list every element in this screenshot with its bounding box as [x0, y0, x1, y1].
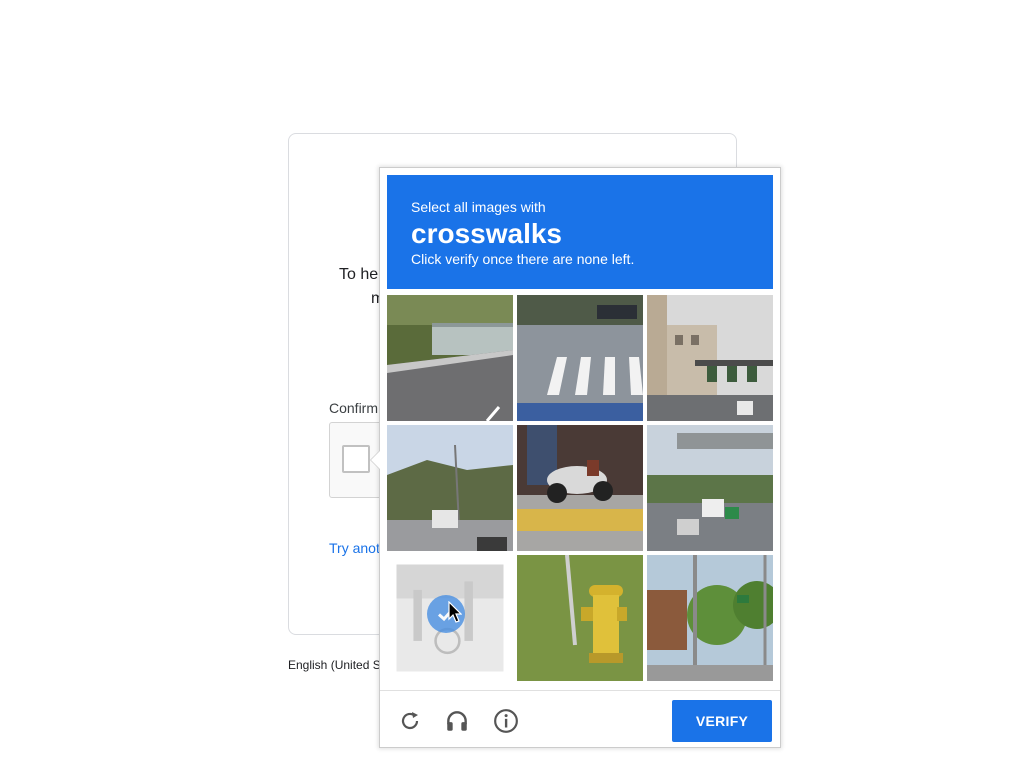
- image-tile[interactable]: [647, 295, 773, 421]
- reload-icon[interactable]: [396, 707, 424, 735]
- tile-image-highway-overpass: [647, 425, 773, 551]
- tile-image-highway-hills: [387, 425, 513, 551]
- image-tile[interactable]: [517, 555, 643, 681]
- challenge-footer: VERIFY: [380, 690, 780, 748]
- image-tile[interactable]: [387, 425, 513, 551]
- tile-image-city-buildings: [647, 295, 773, 421]
- tile-image-motorcycle: [517, 425, 643, 551]
- try-another-way-link[interactable]: Try anot: [329, 540, 380, 556]
- image-tile[interactable]: [387, 295, 513, 421]
- intro-text: To he: [339, 266, 379, 283]
- headphones-icon[interactable]: [443, 707, 471, 735]
- image-grid: [387, 295, 774, 682]
- language-selector[interactable]: English (United S: [288, 658, 381, 672]
- tile-image-highway-guardrail: [387, 295, 513, 421]
- image-tile[interactable]: [647, 555, 773, 681]
- recaptcha-challenge: Select all images with crosswalks Click …: [370, 167, 781, 748]
- info-icon[interactable]: [492, 707, 520, 735]
- recaptcha-checkbox[interactable]: [342, 445, 370, 473]
- challenge-header: Select all images with crosswalks Click …: [387, 175, 773, 289]
- mouse-cursor-icon: [448, 601, 462, 623]
- instruction-text: Select all images with: [411, 199, 546, 215]
- target-keyword: crosswalks: [411, 218, 562, 249]
- image-tile[interactable]: [517, 425, 643, 551]
- tile-image-fire-hydrant: [517, 555, 643, 681]
- image-tile[interactable]: [647, 425, 773, 551]
- confirm-label: Confirm: [329, 400, 379, 416]
- image-tile[interactable]: [517, 295, 643, 421]
- challenge-pointer: [370, 450, 380, 470]
- instruction-note: Click verify once there are none left.: [411, 251, 635, 267]
- tile-image-street-trees: [647, 555, 773, 681]
- verify-button[interactable]: VERIFY: [672, 700, 772, 742]
- tile-image-crosswalk: [517, 295, 643, 421]
